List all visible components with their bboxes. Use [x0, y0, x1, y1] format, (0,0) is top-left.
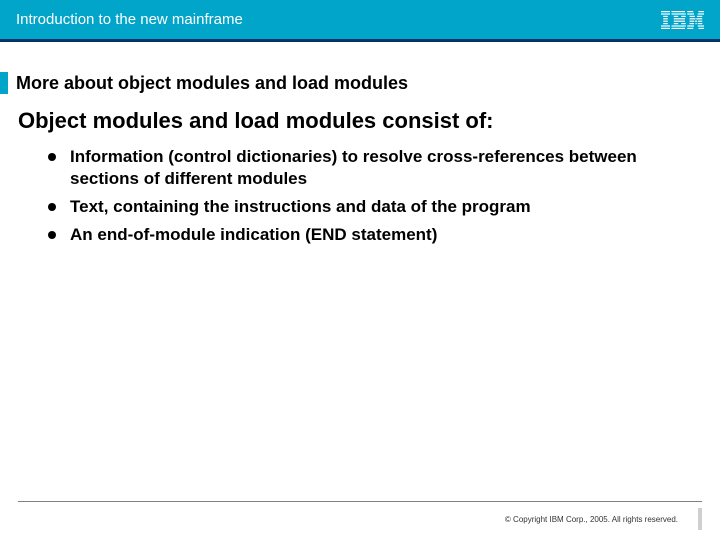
accent-bar	[0, 72, 8, 94]
slide-subtitle: More about object modules and load modul…	[16, 73, 408, 94]
lead-text: Object modules and load modules consist …	[18, 108, 702, 134]
bullet-item: Text, containing the instructions and da…	[48, 196, 702, 218]
footer-divider	[18, 501, 702, 502]
content-area: Object modules and load modules consist …	[0, 94, 720, 252]
footer-mark	[698, 508, 702, 530]
bullet-list: Information (control dictionaries) to re…	[18, 146, 702, 246]
bullet-item: Information (control dictionaries) to re…	[48, 146, 702, 190]
copyright-text: © Copyright IBM Corp., 2005. All rights …	[505, 515, 678, 524]
slide: Introduction to the new mainframe	[0, 0, 720, 540]
spacer	[0, 42, 720, 72]
footer-row: © Copyright IBM Corp., 2005. All rights …	[18, 508, 702, 530]
header-title: Introduction to the new mainframe	[16, 11, 243, 28]
slide-footer: © Copyright IBM Corp., 2005. All rights …	[0, 501, 720, 530]
bullet-item: An end-of-module indication (END stateme…	[48, 224, 702, 246]
ibm-logo-icon	[661, 11, 705, 29]
slide-header: Introduction to the new mainframe	[0, 0, 720, 42]
subtitle-row: More about object modules and load modul…	[0, 72, 720, 94]
